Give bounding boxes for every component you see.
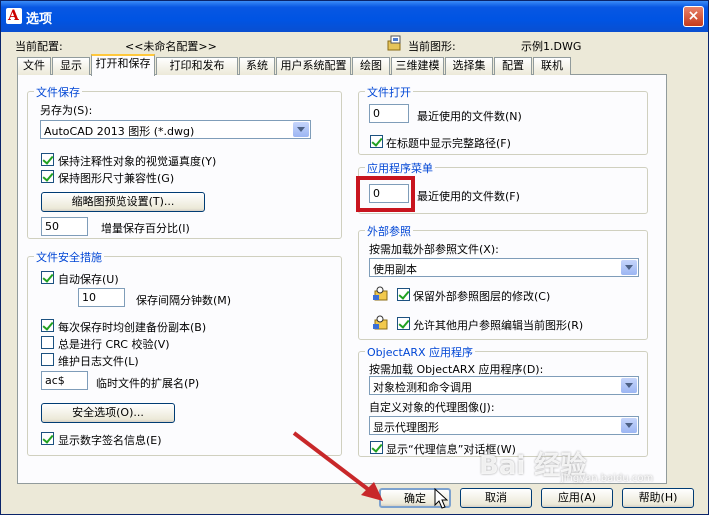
- proxy-info-checkbox[interactable]: [370, 441, 383, 454]
- proxy-images-select[interactable]: 显示代理图形: [369, 416, 639, 435]
- tab-0[interactable]: 文件: [17, 57, 51, 75]
- chevron-down-icon[interactable]: [621, 418, 637, 433]
- current-drawing-label: 当前图形:: [408, 40, 456, 53]
- recent-files-label: 最近使用的文件数(N): [417, 110, 522, 123]
- tab-9[interactable]: 配置: [494, 57, 532, 75]
- app-menu-title: 应用程序菜单: [365, 160, 435, 176]
- incremental-save-label: 增量保存百分比(I): [101, 222, 190, 235]
- log-file-label: 维护日志文件(L): [58, 355, 139, 368]
- retain-xref-changes-label: 保留外部参照图层的修改(C): [413, 290, 551, 303]
- maintain-visual-fidelity-checkbox[interactable]: [41, 153, 54, 166]
- temp-extension-label: 临时文件的扩展名(P): [96, 377, 200, 390]
- maintain-visual-fidelity-label: 保持注释性对象的视觉逼真度(Y): [58, 155, 217, 168]
- recent-files-input[interactable]: 0: [369, 104, 409, 123]
- current-profile-label: 当前配置:: [15, 40, 63, 53]
- digital-signature-label: 显示数字签名信息(E): [58, 434, 162, 447]
- file-open-group: 文件打开 0 最近使用的文件数(N) 在标题中显示完整路径(F): [358, 84, 648, 155]
- file-save-group: 文件保存 另存为(S): AutoCAD 2013 图形 (*.dwg) 保持注…: [27, 84, 342, 239]
- xref-demand-load-label: 按需加载外部参照文件(X):: [369, 243, 499, 256]
- mouse-cursor-icon: [434, 488, 448, 509]
- options-dialog: A 选项 × 当前配置: <<未命名配置>> 当前图形: 示例1.DWG 文件保…: [0, 0, 709, 515]
- tab-4[interactable]: 系统: [239, 57, 275, 75]
- tab-6[interactable]: 绘图: [352, 57, 390, 75]
- autosave-checkbox[interactable]: [41, 271, 54, 284]
- chevron-down-icon[interactable]: [621, 260, 637, 275]
- maintain-drawing-size-checkbox[interactable]: [41, 170, 54, 183]
- autosave-label: 自动保存(U): [58, 273, 119, 286]
- full-path-label: 在标题中显示完整路径(F): [386, 137, 511, 150]
- tab-2[interactable]: 打开和保存: [91, 54, 155, 76]
- file-save-title: 文件保存: [34, 84, 82, 100]
- retain-xref-changes-checkbox[interactable]: [397, 288, 410, 301]
- baidu-watermark-url: jingyan.baidu.com: [561, 473, 654, 484]
- drawing-file-icon: [387, 35, 401, 51]
- autosave-interval-label: 保存间隔分钟数(M): [136, 294, 232, 307]
- xref-title: 外部参照: [365, 223, 413, 239]
- chevron-down-icon[interactable]: [293, 122, 309, 137]
- tab-8[interactable]: 选择集: [445, 57, 493, 75]
- arx-demand-load-select[interactable]: 对象检测和命令调用: [369, 376, 639, 395]
- backup-copy-label: 每次保存时均创建备份副本(B): [58, 321, 207, 334]
- save-as-label: 另存为(S):: [40, 104, 93, 117]
- save-as-select[interactable]: AutoCAD 2013 图形 (*.dwg): [40, 120, 311, 139]
- tab-1[interactable]: 显示: [52, 57, 90, 75]
- arx-demand-load-label: 按需加载 ObjectARX 应用程序(D):: [369, 363, 544, 376]
- crc-check-checkbox[interactable]: [41, 336, 54, 349]
- crc-check-label: 总是进行 CRC 校验(V): [58, 338, 170, 351]
- incremental-save-input[interactable]: 50: [41, 217, 88, 236]
- maintain-drawing-size-label: 保持图形尺寸兼容性(G): [58, 172, 175, 185]
- help-button[interactable]: 帮助(H): [622, 488, 694, 508]
- autocad-app-icon: A: [6, 8, 22, 24]
- tab-5[interactable]: 用户系统配置: [276, 57, 351, 75]
- thumbnail-settings-button[interactable]: 缩略图预览设置(T)...: [41, 192, 205, 212]
- cancel-button[interactable]: 取消: [460, 488, 532, 508]
- file-safety-group: 文件安全措施 自动保存(U) 10 保存间隔分钟数(M) 每次保存时均创建备份副…: [27, 249, 342, 456]
- xref-demand-load-select[interactable]: 使用副本: [369, 258, 639, 277]
- allow-xref-edit-label: 允许其他用户参照编辑当前图形(R): [413, 319, 584, 332]
- file-safety-title: 文件安全措施: [34, 249, 104, 265]
- current-drawing-value: 示例1.DWG: [521, 40, 582, 53]
- file-open-title: 文件打开: [365, 84, 413, 100]
- objectarx-title: ObjectARX 应用程序: [365, 344, 476, 360]
- backup-copy-checkbox[interactable]: [41, 319, 54, 332]
- tab-10[interactable]: 联机: [533, 57, 571, 75]
- digital-signature-checkbox[interactable]: [41, 432, 54, 445]
- app-menu-recent-label: 最近使用的文件数(F): [417, 190, 520, 203]
- full-path-checkbox[interactable]: [370, 135, 383, 148]
- chevron-down-icon[interactable]: [621, 378, 637, 393]
- xref-layer-icon: [373, 286, 388, 301]
- tab-panel-open-save: 文件保存 另存为(S): AutoCAD 2013 图形 (*.dwg) 保持注…: [17, 74, 667, 484]
- title-bar[interactable]: A 选项 ×: [1, 1, 708, 32]
- temp-extension-input[interactable]: ac$: [41, 371, 88, 390]
- xref-edit-icon: [373, 315, 388, 330]
- tab-3[interactable]: 打印和发布: [156, 57, 238, 75]
- window-title: 选项: [26, 12, 53, 27]
- autosave-interval-input[interactable]: 10: [78, 288, 125, 307]
- security-options-button[interactable]: 安全选项(O)...: [41, 403, 175, 423]
- allow-xref-edit-checkbox[interactable]: [397, 317, 410, 330]
- apply-button[interactable]: 应用(A): [541, 488, 613, 508]
- highlight-box: [356, 176, 415, 212]
- close-button[interactable]: ×: [683, 6, 704, 27]
- log-file-checkbox[interactable]: [41, 353, 54, 366]
- objectarx-group: ObjectARX 应用程序 按需加载 ObjectARX 应用程序(D): 对…: [358, 344, 648, 457]
- tab-7[interactable]: 三维建模: [391, 57, 444, 75]
- current-profile-value: <<未命名配置>>: [125, 40, 217, 53]
- proxy-images-label: 自定义对象的代理图像(J):: [369, 401, 495, 414]
- xref-group: 外部参照 按需加载外部参照文件(X): 使用副本 保留外部参照图层的修改(C) …: [358, 223, 648, 340]
